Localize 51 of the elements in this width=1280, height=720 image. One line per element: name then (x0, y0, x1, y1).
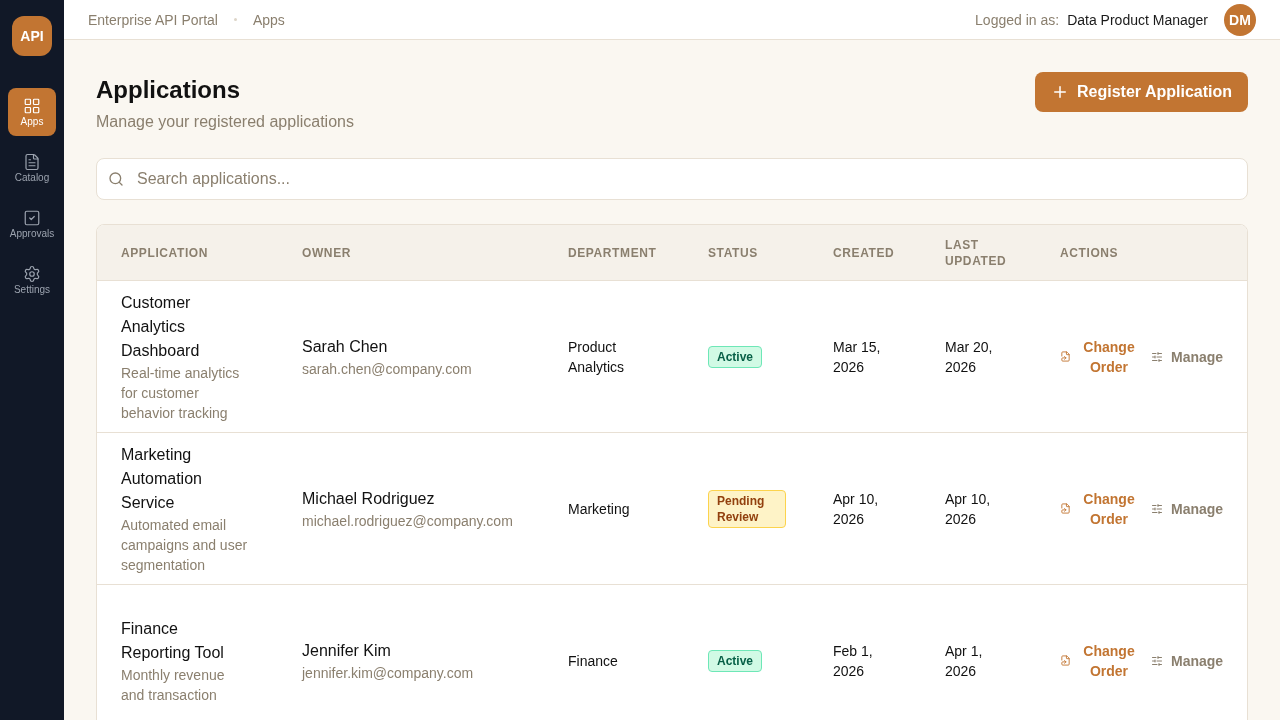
page-subtitle: Manage your registered applications (96, 112, 354, 132)
avatar[interactable]: DM (1224, 3, 1256, 36)
department: Product Analytics (568, 337, 626, 377)
column-header: ACTIONS (1060, 244, 1119, 261)
created-date: Mar 15, 2026 (833, 337, 882, 377)
sidebar-item[interactable]: Apps (8, 88, 56, 136)
column-header: APPLICATION (121, 244, 209, 261)
updated-date: Apr 1, 2026 (945, 641, 984, 681)
manage-button[interactable]: Manage (1151, 650, 1224, 671)
user-name: Data Product Manager (1067, 10, 1208, 30)
updated-date: Mar 20, 2026 (945, 337, 994, 377)
logo: API (12, 16, 52, 56)
owner-email: sarah.chen@company.com (302, 359, 473, 379)
page-title: Applications (96, 75, 241, 105)
sidebar-item[interactable]: Catalog (8, 144, 56, 192)
status-badge: Pending Review (708, 489, 786, 528)
breadcrumb-link[interactable]: Enterprise API Portal (88, 9, 218, 30)
application-name: Finance Reporting Tool (121, 618, 225, 663)
column-header: DEPARTMENT (568, 244, 657, 261)
owner-name: Jennifer Kim (302, 640, 392, 661)
sidebar-item[interactable]: Settings (8, 256, 56, 304)
status-badge: Active (708, 345, 763, 368)
application-name: Customer Analytics Dashboard (121, 292, 201, 361)
manage-button[interactable]: Manage (1151, 346, 1224, 367)
department: Finance (568, 651, 619, 671)
created-date: Feb 1, 2026 (833, 641, 874, 681)
search-field[interactable]: Search applications... (96, 158, 1248, 200)
updated-date: Apr 10, 2026 (945, 489, 992, 529)
sidebar-item[interactable]: Approvals (8, 200, 56, 248)
created-date: Apr 10, 2026 (833, 489, 880, 529)
owner-name: Michael Rodriguez (302, 488, 436, 509)
change-order-button[interactable]: Change Order (1060, 336, 1135, 377)
column-header: LAST UPDATED (945, 236, 1008, 269)
column-header: CREATED (833, 244, 895, 261)
change-order-button[interactable]: Change Order (1060, 488, 1135, 529)
user-label: Logged in as: (975, 10, 1060, 30)
owner-email: jennifer.kim@company.com (302, 663, 475, 683)
owner-name: Sarah Chen (302, 336, 389, 357)
breadcrumb-link[interactable]: Apps (252, 9, 285, 30)
status-badge: Active (708, 649, 763, 672)
department: Marketing (568, 499, 631, 519)
application-description: Automated email campaigns and user segmentation (121, 515, 248, 575)
application-name: Marketing Automation Service (121, 444, 203, 513)
application-description: Monthly revenue and transaction (121, 665, 226, 705)
manage-button[interactable]: Manage (1151, 498, 1224, 519)
column-header: OWNER (302, 244, 351, 261)
register-button[interactable]: Register Application (1035, 72, 1248, 112)
application-description: Real-time analytics for customer behavior tracking (121, 363, 241, 423)
change-order-button[interactable]: Change Order (1060, 640, 1135, 681)
owner-email: michael.rodriguez@company.com (302, 511, 514, 531)
column-header: STATUS (708, 244, 758, 261)
